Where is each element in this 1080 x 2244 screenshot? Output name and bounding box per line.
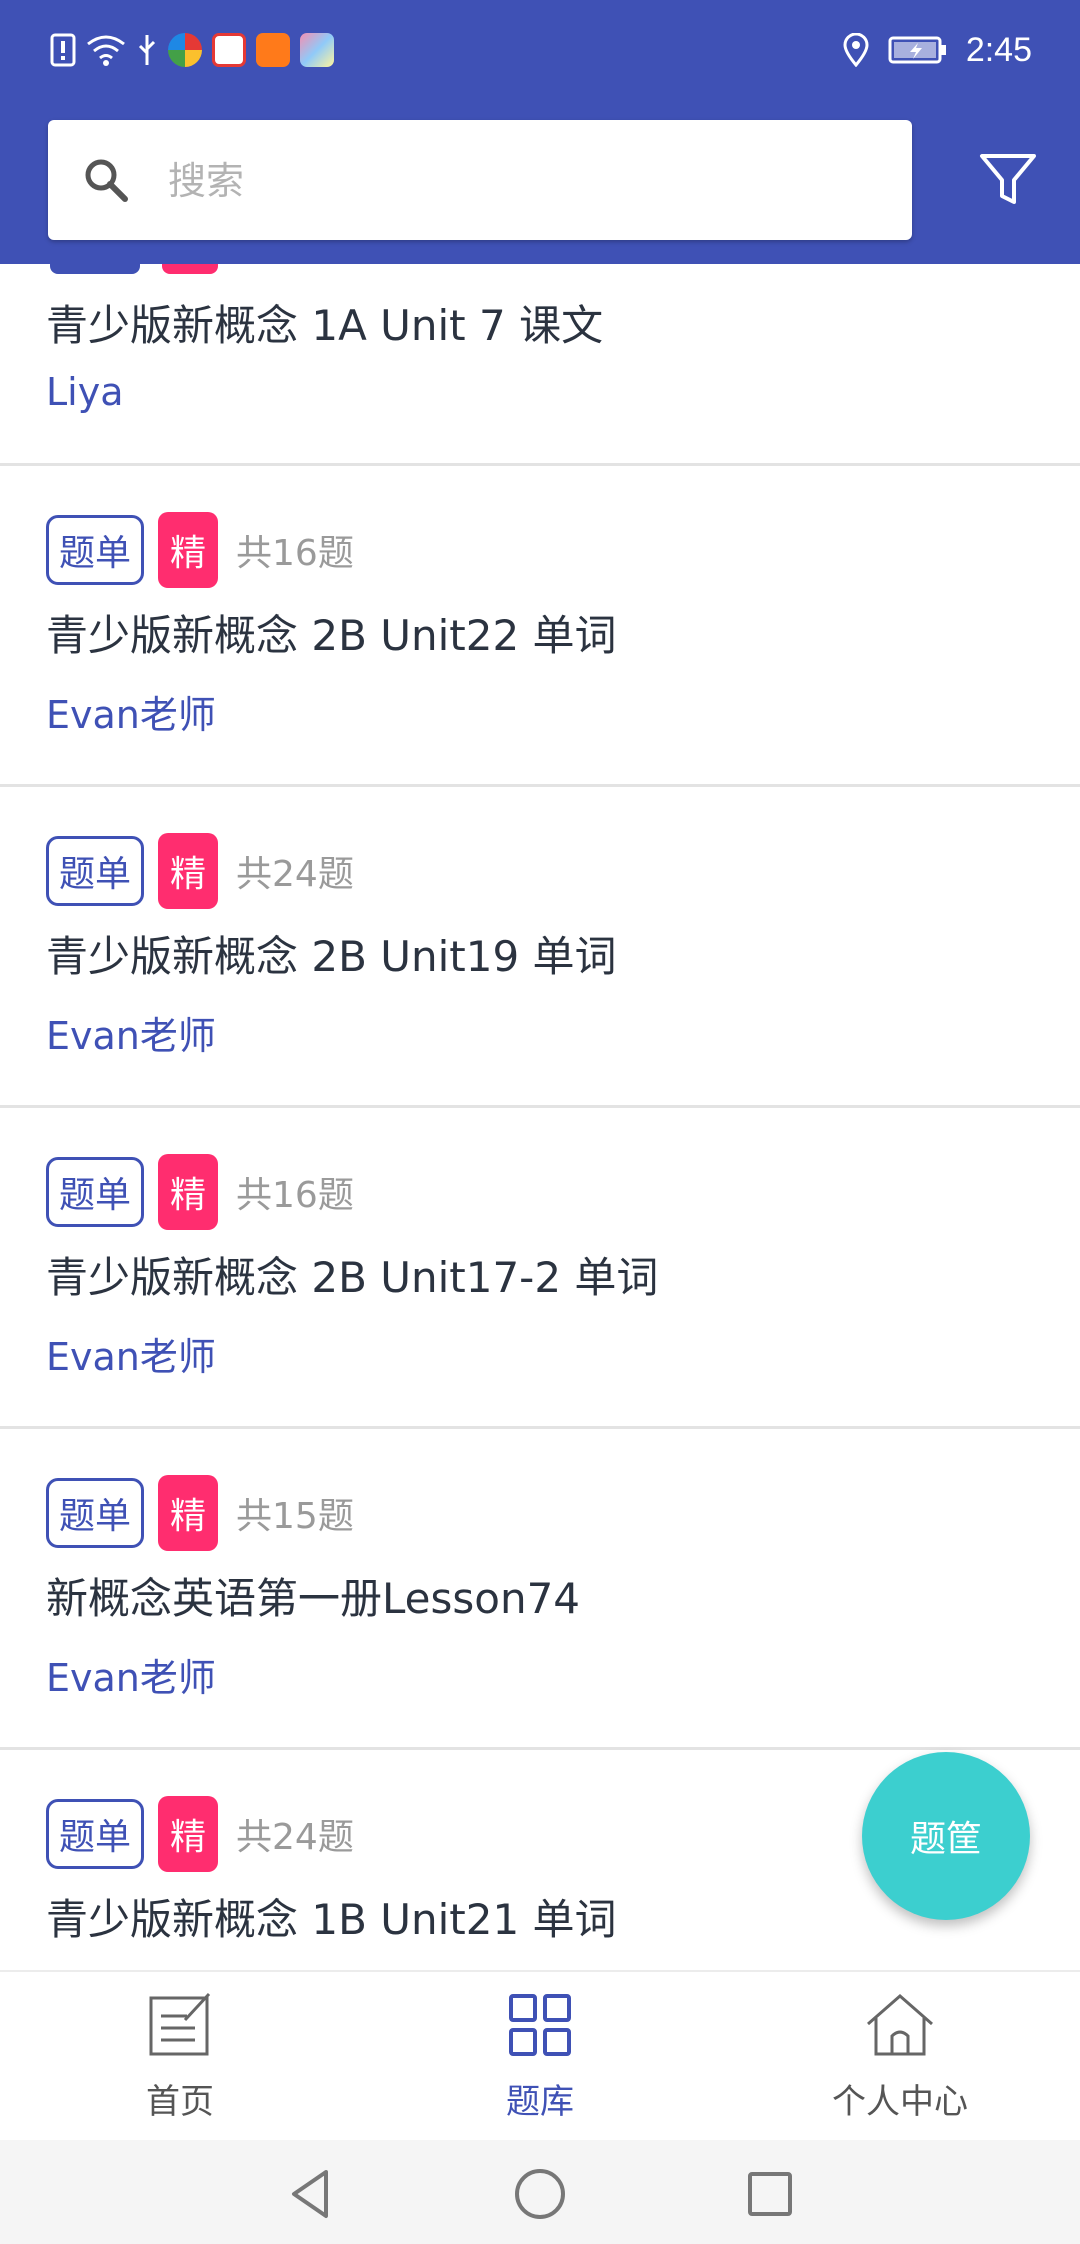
item-author: Evan老师 bbox=[46, 1656, 216, 1700]
item-author: Evan老师 bbox=[46, 693, 216, 737]
tag-chip: 题单 bbox=[46, 1157, 145, 1227]
recents-icon[interactable] bbox=[740, 2164, 800, 2224]
question-count: 共15题 bbox=[236, 1496, 354, 1537]
house-icon bbox=[867, 1994, 933, 2056]
item-title: 青少版新概念 1B Unit21 单词 bbox=[46, 1895, 617, 1944]
featured-badge: 精 bbox=[158, 833, 219, 909]
tag-peek bbox=[50, 264, 140, 274]
search-icon bbox=[85, 159, 128, 202]
battery-icon bbox=[888, 36, 946, 64]
item-author: Evan老师 bbox=[46, 1335, 216, 1379]
wifi-icon bbox=[87, 35, 125, 66]
grid-icon bbox=[509, 1994, 571, 2056]
item-title: 青少版新概念 2B Unit19 单词 bbox=[46, 932, 617, 981]
status-left-icons bbox=[50, 28, 334, 72]
featured-badge: 精 bbox=[158, 512, 219, 588]
app-notification-icon-1 bbox=[168, 33, 202, 67]
nav-library-label: 题库 bbox=[506, 2082, 574, 2122]
status-bar: 2:45 bbox=[0, 0, 1080, 100]
question-count: 共16题 bbox=[236, 1175, 354, 1216]
item-title: 新概念英语第一册Lesson74 bbox=[46, 1574, 581, 1623]
item-title: 青少版新概念 2B Unit22 单词 bbox=[46, 611, 617, 660]
usb-icon bbox=[138, 35, 156, 65]
tag-chip: 题单 bbox=[46, 1799, 145, 1869]
nav-profile-label: 个人中心 bbox=[832, 2082, 968, 2122]
notepad-icon bbox=[149, 1992, 211, 2056]
featured-badge: 精 bbox=[158, 1475, 219, 1551]
tag-chip: 题单 bbox=[46, 1478, 145, 1548]
list-item[interactable]: 青少版新概念 1A Unit 7 课文 Liya bbox=[0, 264, 1080, 466]
item-tags: 题单 精 共15题 bbox=[46, 1475, 354, 1551]
item-tags: 题单 精 共24题 bbox=[46, 833, 354, 909]
home-circle-icon[interactable] bbox=[510, 2164, 570, 2224]
nav-home[interactable]: 首页 bbox=[0, 1972, 360, 2142]
item-tags: 题单 精 共16题 bbox=[46, 512, 354, 588]
item-tags: 题单 精 共16题 bbox=[46, 1154, 354, 1230]
top-app-bar: 2:45 bbox=[0, 0, 1080, 264]
list-item[interactable]: 题单 精 共24题 青少版新概念 2B Unit19 单词 Evan老师 bbox=[0, 787, 1080, 1108]
question-count: 共16题 bbox=[236, 533, 354, 574]
badge-peek bbox=[162, 264, 218, 274]
search-box[interactable] bbox=[48, 120, 912, 240]
featured-badge: 精 bbox=[158, 1796, 219, 1872]
list-item[interactable]: 题单 精 共15题 新概念英语第一册Lesson74 Evan老师 bbox=[0, 1429, 1080, 1750]
nav-library[interactable]: 题库 bbox=[360, 1972, 720, 2142]
question-basket-button[interactable]: 题筐 bbox=[862, 1752, 1030, 1920]
app-notification-icon-3 bbox=[256, 33, 290, 67]
search-input[interactable] bbox=[166, 150, 870, 212]
app-notification-icon-4 bbox=[300, 33, 334, 67]
list-item[interactable]: 题单 精 共16题 青少版新概念 2B Unit17-2 单词 Evan老师 bbox=[0, 1108, 1080, 1429]
question-set-list[interactable]: 青少版新概念 1A Unit 7 课文 Liya 题单 精 共16题 青少版新概… bbox=[0, 264, 1080, 1970]
back-icon[interactable] bbox=[280, 2164, 340, 2224]
item-author: Liya bbox=[46, 370, 124, 414]
alert-icon bbox=[50, 33, 76, 67]
tag-chip: 题单 bbox=[46, 836, 145, 906]
filter-icon[interactable] bbox=[976, 148, 1040, 212]
status-time: 2:45 bbox=[965, 30, 1032, 69]
item-author: Evan老师 bbox=[46, 1014, 216, 1058]
item-title: 青少版新概念 1A Unit 7 课文 bbox=[46, 301, 604, 350]
question-count: 共24题 bbox=[236, 1817, 354, 1858]
featured-badge: 精 bbox=[158, 1154, 219, 1230]
list-item[interactable]: 题单 精 共16题 青少版新概念 2B Unit22 单词 Evan老师 bbox=[0, 466, 1080, 787]
bottom-navigation: 首页 题库 个人中心 bbox=[0, 1970, 1080, 2142]
tag-chip: 题单 bbox=[46, 515, 145, 585]
item-tags: 题单 精 共24题 bbox=[46, 1796, 354, 1872]
app-notification-icon-2 bbox=[212, 33, 246, 67]
nav-home-label: 首页 bbox=[146, 2082, 214, 2122]
location-icon bbox=[843, 33, 869, 67]
question-count: 共24题 bbox=[236, 854, 354, 895]
item-title: 青少版新概念 2B Unit17-2 单词 bbox=[46, 1253, 659, 1302]
nav-profile[interactable]: 个人中心 bbox=[720, 1972, 1080, 2142]
status-right-icons: 2:45 bbox=[842, 22, 1032, 78]
system-navigation-bar bbox=[0, 2140, 1080, 2244]
